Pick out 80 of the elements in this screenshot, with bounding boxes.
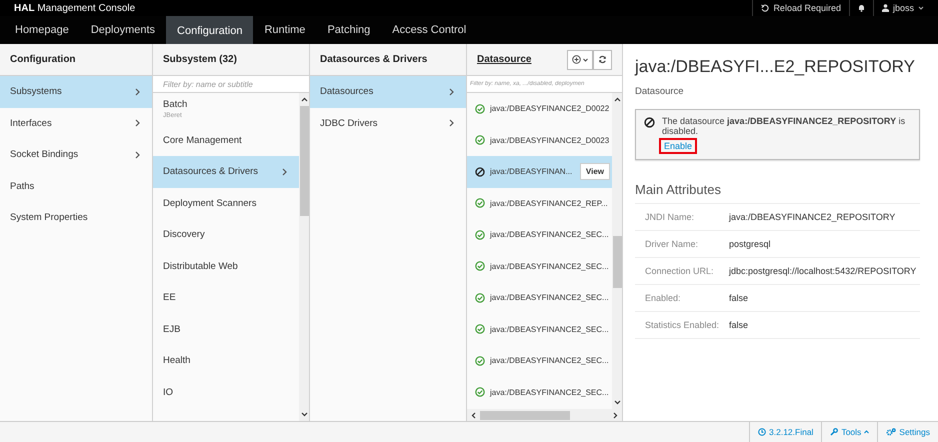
datasource-item[interactable]: java:/DBEASYFINANCE2_SEC...	[467, 345, 612, 376]
scrollbar[interactable]	[299, 93, 309, 421]
attribute-label: Driver Name:	[645, 239, 700, 249]
attribute-value: false	[729, 320, 748, 330]
arrow-down-icon[interactable]	[300, 412, 308, 417]
column-title-link[interactable]: Datasource	[477, 54, 532, 65]
arrow-down-icon[interactable]	[614, 400, 620, 405]
refresh-button[interactable]	[593, 50, 612, 70]
nav-tab[interactable]: Patching	[316, 16, 382, 44]
list-item[interactable]: IO	[153, 376, 299, 408]
alert-message: The datasource java:/DBEASYFINANCE2_REPOSITORY is disabled.	[662, 116, 906, 136]
attribute-label: JNDI Name:	[645, 212, 696, 222]
list-item[interactable]: Paths	[0, 170, 152, 202]
list-item[interactable]: System Properties	[0, 202, 152, 234]
caret-down-icon	[583, 58, 588, 62]
datasource-item[interactable]: java:/DBEASYFINANCE2_D0023	[467, 124, 612, 156]
datasource-item[interactable]: java:/DBEASYFINANCE2_SEC...	[467, 219, 612, 250]
datasource-item[interactable]: java:/DBEASYFINANCE2_SEC...	[467, 282, 612, 314]
datasource-item[interactable]: java:/DBEASYFINANCE2_SEC...	[467, 250, 612, 282]
caret-down-icon	[918, 6, 924, 10]
scrollbar-thumb[interactable]	[300, 106, 308, 216]
detail-subtitle: Datasource	[635, 86, 685, 97]
arrow-right-icon[interactable]	[613, 412, 618, 418]
column-title: Subsystem (32)	[163, 54, 237, 65]
list-item[interactable]: Deployment Scanners	[153, 188, 299, 219]
list-item[interactable]: Socket Bindings	[0, 139, 152, 170]
ban-icon	[644, 117, 655, 128]
column-title: Configuration	[10, 54, 76, 65]
nav-tab[interactable]: Runtime	[253, 16, 316, 44]
tools-menu[interactable]: Tools	[821, 422, 878, 442]
list-item[interactable]: Discovery	[153, 219, 299, 250]
nav-tab[interactable]: Deployments	[80, 16, 166, 44]
list-item[interactable]: Health	[153, 345, 299, 376]
attribute-value: false	[729, 293, 748, 303]
horizontal-scrollbar[interactable]	[467, 409, 622, 421]
list-item[interactable]: Distributable Web	[153, 250, 299, 282]
attribute-label: Connection URL:	[645, 266, 715, 276]
scrollbar[interactable]	[612, 93, 622, 409]
filter-field[interactable]: Filter by: name or subtitle	[153, 76, 309, 93]
caret-up-icon	[864, 430, 870, 434]
clock-icon	[758, 428, 766, 436]
arrow-left-icon[interactable]	[471, 412, 476, 418]
datasource-item[interactable]: java:/DBEASYFINANCE2_SEC...	[467, 314, 612, 345]
datasource-item[interactable]: java:/DBEASYFINANCE2_D0022	[467, 93, 612, 124]
datasource-item[interactable]: java:/DBEASYFINANCE2_REP...	[467, 188, 612, 219]
nav-tab[interactable]: Access Control	[381, 16, 478, 44]
list-item[interactable]: EJB	[153, 314, 299, 345]
list-item[interactable]: Datasources & Drivers	[153, 156, 299, 188]
datasource-item[interactable]: java:/DBEASYFINANCE2_SEC...	[467, 376, 612, 408]
user-icon	[882, 4, 889, 12]
attribute-value: java:/DBEASYFINANCE2_REPOSITORY	[729, 212, 896, 222]
list-item[interactable]: Subsystems	[0, 76, 152, 108]
list-item[interactable]: EE	[153, 282, 299, 314]
settings-icon	[886, 428, 896, 436]
add-button[interactable]	[567, 50, 593, 70]
attribute-value: postgresql	[729, 239, 771, 249]
bell-icon[interactable]	[858, 4, 865, 12]
settings-link[interactable]: Settings	[877, 422, 938, 442]
list-item[interactable]: Core Management	[153, 124, 299, 156]
version-link[interactable]: 3.2.12.Final	[749, 422, 822, 442]
attribute-label: Enabled:	[645, 293, 682, 303]
column-title: Datasources & Drivers	[320, 54, 428, 65]
refresh-icon	[598, 55, 607, 64]
list-item[interactable]: JDBC Drivers	[310, 108, 466, 139]
app-title: HAL Management Console	[14, 2, 136, 14]
reload-icon	[761, 4, 770, 12]
scrollbar-thumb[interactable]	[612, 236, 622, 288]
nav-tab[interactable]: Configuration	[166, 16, 254, 44]
wrench-icon	[830, 428, 838, 436]
list-item[interactable]: Datasources	[310, 76, 466, 108]
arrow-up-icon[interactable]	[614, 97, 620, 102]
section-title: Main Attributes	[635, 182, 722, 197]
plus-circle-icon	[572, 55, 581, 64]
attribute-label: Statistics Enabled:	[645, 320, 720, 330]
enable-link[interactable]: Enable	[659, 138, 698, 154]
arrow-up-icon[interactable]	[300, 97, 308, 102]
nav-tab[interactable]: Homepage	[4, 16, 80, 44]
list-item[interactable]: Interfaces	[0, 108, 152, 139]
detail-title: java:/DBEASYFI...E2_REPOSITORY	[635, 57, 916, 77]
attribute-value: jdbc:postgresql://localhost:5432/REPOSITORY	[729, 266, 916, 276]
